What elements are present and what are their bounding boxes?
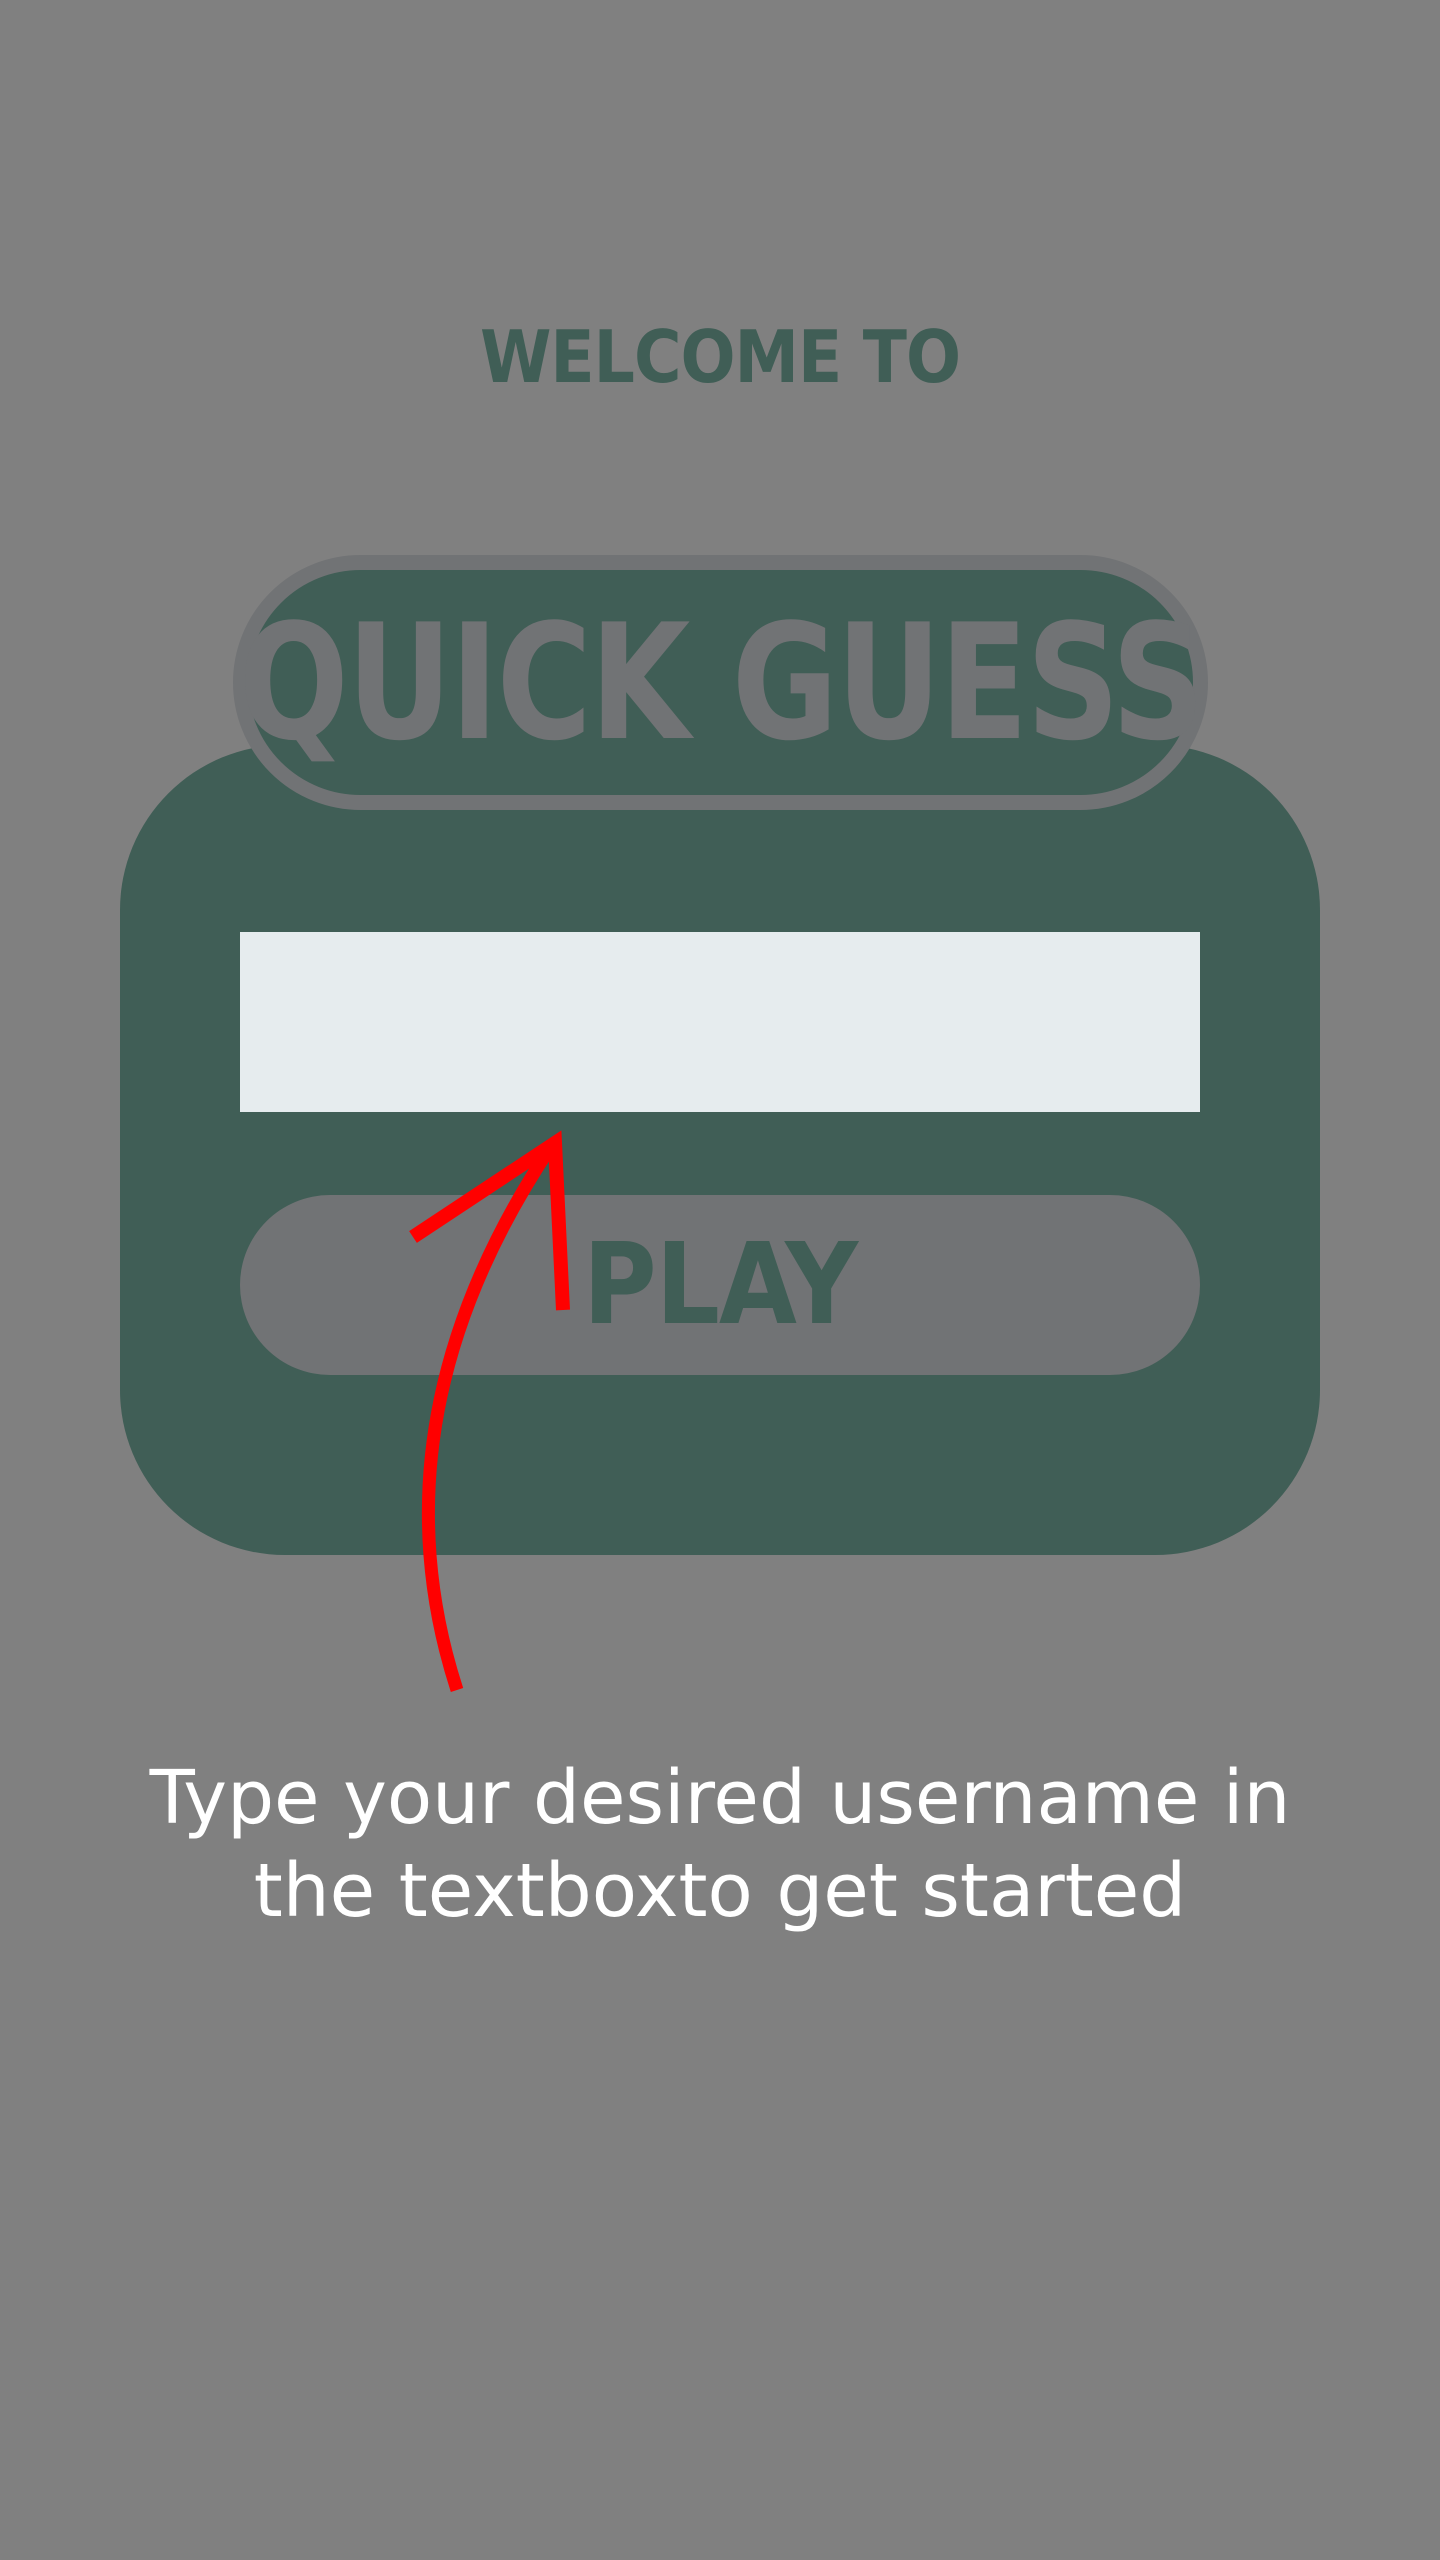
welcome-heading: WELCOME TO [479,315,961,399]
tutorial-hint: Type your desired username in the textbo… [0,1752,1440,1938]
game-title-badge: QUICK GUESS [233,555,1208,810]
tutorial-hint-line-2: the textboxto get started [253,1848,1187,1934]
play-button-label: PLAY [582,1220,858,1350]
play-button[interactable]: PLAY [240,1195,1200,1375]
tutorial-hint-line-1: Type your desired username in [149,1755,1291,1841]
game-title: QUICK GUESS [238,588,1204,776]
login-card [120,745,1320,1555]
username-input[interactable] [240,932,1200,1112]
